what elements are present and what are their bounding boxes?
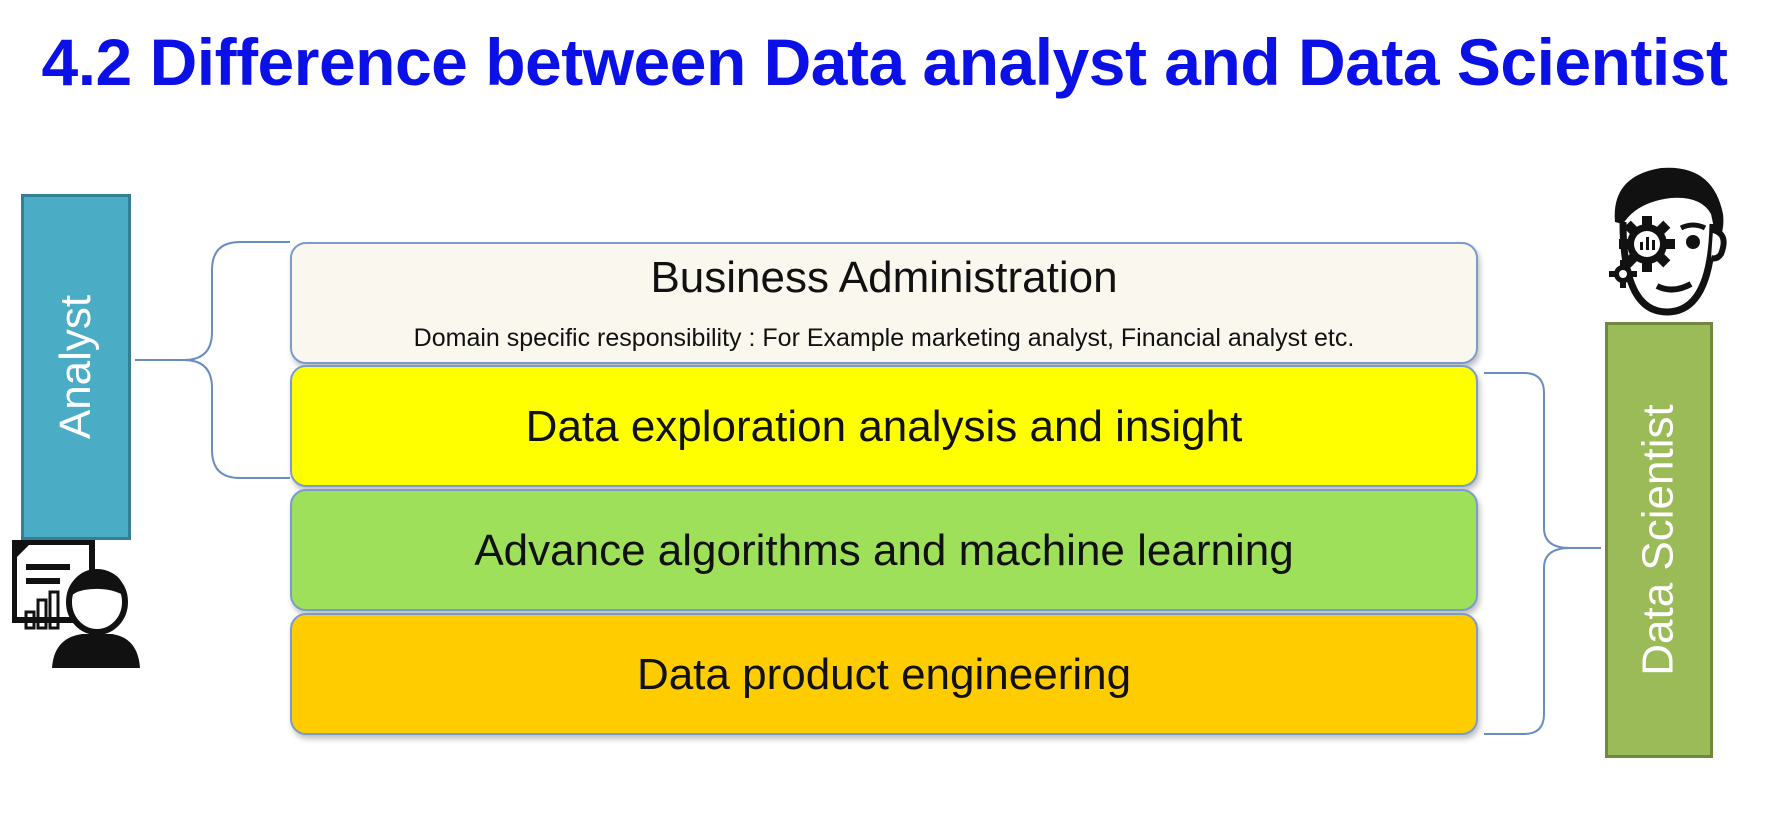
data-scientist-face-gear-icon bbox=[1609, 167, 1727, 316]
layer-data-product-engineering: Data product engineering bbox=[290, 613, 1478, 735]
analyst-box: Analyst bbox=[21, 194, 131, 540]
data-scientist-label: Data Scientist bbox=[1634, 404, 1683, 676]
layer-exploration-label: Data exploration analysis and insight bbox=[525, 402, 1243, 451]
layer-algorithms-label: Advance algorithms and machine learning bbox=[474, 526, 1294, 575]
analyst-label: Analyst bbox=[51, 294, 101, 440]
analyst-person-chart-icon bbox=[12, 540, 140, 668]
layer-data-exploration: Data exploration analysis and insight bbox=[290, 365, 1478, 487]
layer-business-label: Business Administration bbox=[650, 253, 1118, 302]
layer-business-sub: Domain specific responsibility : For Exa… bbox=[413, 324, 1355, 352]
page-title: 4.2 Difference between Data analyst and … bbox=[41, 25, 1728, 99]
data-scientist-box: Data Scientist bbox=[1605, 322, 1713, 758]
layer-business-administration: Business Administration Domain specific … bbox=[290, 242, 1478, 364]
data-scientist-brace bbox=[1484, 372, 1601, 735]
layer-product-label: Data product engineering bbox=[636, 650, 1132, 699]
analyst-brace bbox=[135, 241, 290, 479]
layer-advance-algorithms: Advance algorithms and machine learning bbox=[290, 489, 1478, 611]
